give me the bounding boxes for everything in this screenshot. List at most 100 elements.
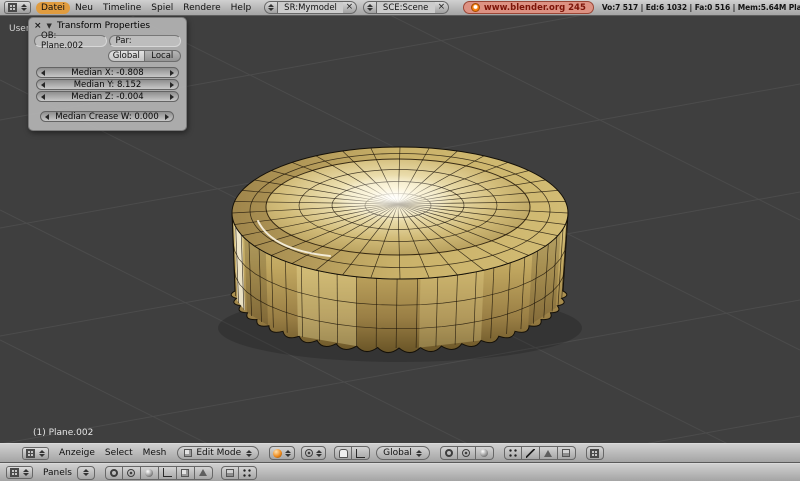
pivot-cursor-button[interactable] <box>457 446 476 460</box>
face-select-button[interactable] <box>539 446 558 460</box>
updown-arrows-icon <box>82 469 89 476</box>
menu-neu[interactable]: Neu <box>70 2 98 14</box>
manipulator-hand-button[interactable] <box>334 446 353 460</box>
manipulator-group <box>334 446 371 460</box>
editor-type-button-3dview[interactable] <box>22 446 49 460</box>
sub-context-button-2[interactable] <box>238 465 257 480</box>
dot-ring-icon <box>127 468 136 477</box>
edited-mesh-object[interactable] <box>218 146 582 362</box>
main-window-header: Datei Neu Timeline Spiel Rendere Help SR… <box>0 0 800 16</box>
axes-icon <box>162 468 172 477</box>
occlude-cube-icon <box>562 449 571 457</box>
panel-header[interactable]: × ▼ Transform Properties <box>34 21 181 31</box>
scene-browse-button[interactable] <box>362 1 377 14</box>
updown-arrows-icon <box>315 450 322 457</box>
menu-datei[interactable]: Datei <box>36 1 71 14</box>
orientation-dropdown[interactable]: Global <box>376 446 430 460</box>
slider-increase-icon[interactable] <box>170 69 174 76</box>
panel-title: Transform Properties <box>56 21 151 31</box>
axes-icon <box>356 448 366 458</box>
hand-icon <box>338 448 348 458</box>
parent-field[interactable]: Par: <box>108 35 181 47</box>
orientation-label: Global <box>383 448 412 458</box>
layers-grid-icon <box>590 448 600 458</box>
updown-arrows-icon <box>38 450 45 457</box>
screen-browse-button[interactable] <box>264 1 279 14</box>
context-editing-button[interactable] <box>176 465 195 480</box>
edge-line-icon <box>525 448 535 458</box>
panel-collapse-icon[interactable]: ▼ <box>47 22 52 30</box>
menu-select[interactable]: Select <box>100 447 138 459</box>
space-toggle-row: Global Local <box>108 50 181 62</box>
menu-timeline[interactable]: Timeline <box>98 2 146 14</box>
ob-name-field[interactable]: OB: Plane.002 <box>34 31 107 51</box>
context-scene-button[interactable] <box>194 465 213 480</box>
window-type-icon <box>8 3 17 12</box>
menu-mesh[interactable]: Mesh <box>138 447 172 459</box>
menu-rendere[interactable]: Rendere <box>178 2 225 14</box>
transform-properties-panel[interactable]: × ▼ Transform Properties OB: Plane.002 P… <box>28 17 187 131</box>
vertex-select-button[interactable] <box>503 446 522 460</box>
context-logic-button[interactable] <box>104 465 123 480</box>
gray-sphere-icon <box>480 449 489 457</box>
face-triangle-icon <box>544 449 553 457</box>
mode-label: Edit Mode <box>196 448 242 458</box>
pivot-group <box>439 446 494 460</box>
global-button[interactable]: Global <box>108 50 145 62</box>
occlude-cube-icon <box>225 468 234 477</box>
face-triangle-icon <box>199 469 208 476</box>
menu-spiel[interactable]: Spiel <box>146 2 178 14</box>
updown-arrows-icon <box>268 4 275 11</box>
manipulator-axes-button[interactable] <box>352 446 371 460</box>
window-type-icon <box>26 448 35 458</box>
panels-align-button[interactable] <box>76 465 95 480</box>
dot-ring-icon <box>462 449 471 457</box>
screen-name-field[interactable]: SR:Mymodel <box>278 1 343 14</box>
view3d-header: Anzeige Select Mesh Edit Mode Global <box>0 443 800 463</box>
menu-anzeige[interactable]: Anzeige <box>54 447 100 459</box>
cube-icon <box>181 468 190 477</box>
panel-close-icon[interactable]: × <box>34 21 42 31</box>
blender-logo-icon <box>470 3 480 12</box>
scene-statistics: Vo:7 517 | Ed:6 1032 | Fa:0 516 | Mem:5.… <box>601 3 800 12</box>
editor-type-button-buttons[interactable] <box>6 466 33 479</box>
menu-help[interactable]: Help <box>226 2 257 14</box>
gray-sphere-icon <box>145 468 154 477</box>
menu-panels[interactable]: Panels <box>38 467 77 479</box>
buttons-window-header: Panels <box>0 463 800 481</box>
median-z-value: Median Z: -0.004 <box>71 91 144 102</box>
slider-increase-icon[interactable] <box>170 81 174 88</box>
updown-arrows-icon <box>22 469 29 476</box>
updown-arrows-icon <box>416 450 423 457</box>
proportional-edit-button[interactable] <box>301 446 327 460</box>
viewport-shading-button[interactable] <box>269 446 296 460</box>
median-crease-value: Median Crease W: 0.000 <box>55 111 159 122</box>
median-x-slider[interactable]: Median X: -0.808 <box>36 67 179 78</box>
slider-increase-icon[interactable] <box>170 93 174 100</box>
select-mode-group <box>503 446 576 460</box>
slider-increase-icon[interactable] <box>165 113 169 120</box>
mode-dropdown[interactable]: Edit Mode <box>177 446 260 460</box>
pivot-bullseye-button[interactable] <box>439 446 458 460</box>
layers-button[interactable] <box>585 446 604 460</box>
context-shading-button[interactable] <box>140 465 159 480</box>
pivot-median-button[interactable] <box>475 446 494 460</box>
median-x-value: Median X: -0.808 <box>71 67 144 78</box>
context-script-button[interactable] <box>122 465 141 480</box>
vertex-dots-icon <box>508 449 517 457</box>
object-parent-row: OB: Plane.002 Par: <box>34 31 181 51</box>
edge-select-button[interactable] <box>521 446 540 460</box>
ring-icon <box>109 468 118 477</box>
median-y-slider[interactable]: Median Y: 8.152 <box>36 79 179 90</box>
sub-context-button-1[interactable] <box>220 465 239 480</box>
occlude-geometry-button[interactable] <box>557 446 576 460</box>
context-object-button[interactable] <box>158 465 177 480</box>
median-z-slider[interactable]: Median Z: -0.004 <box>36 91 179 102</box>
scene-delete-button[interactable]: × <box>434 1 449 14</box>
local-button[interactable]: Local <box>144 50 181 62</box>
scene-name-field[interactable]: SCE:Scene <box>376 1 435 14</box>
editor-type-button[interactable] <box>4 1 31 14</box>
median-crease-slider[interactable]: Median Crease W: 0.000 <box>40 111 174 122</box>
buttons-sub-context-group <box>220 465 257 480</box>
screen-delete-button[interactable]: × <box>342 1 357 14</box>
